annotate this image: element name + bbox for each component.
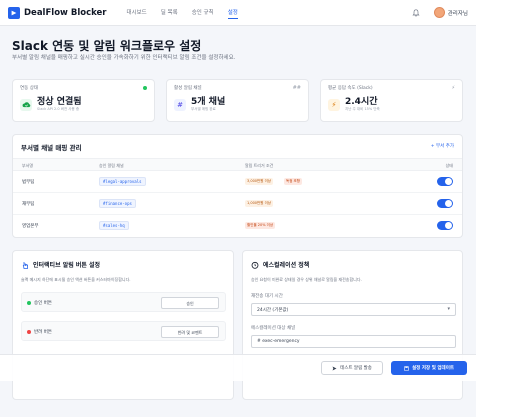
column-header: 승인 알림 채널 bbox=[99, 163, 124, 168]
condition-chip: 독점 조항 bbox=[284, 178, 302, 185]
button-text: 테스트 알림 발송 bbox=[340, 366, 372, 371]
stat-card-connection: 연동 상태 정상 연결됨 Slack API 2.0 버전 사용 중 bbox=[12, 79, 155, 122]
approve-dot-icon bbox=[27, 301, 31, 305]
condition-chip: 할인율 20% 이상 bbox=[245, 222, 276, 229]
nav-links: 대시보드 딜 목록 승인 규칙 설정 bbox=[127, 6, 238, 19]
card-title: 에스컬레이션 정책 bbox=[251, 260, 309, 269]
app: DealFlow Blocker 대시보드 딜 목록 승인 규칙 설정 관리자님… bbox=[0, 0, 476, 417]
top-nav: DealFlow Blocker 대시보드 딜 목록 승인 규칙 설정 관리자님 bbox=[0, 0, 476, 26]
user-menu[interactable]: 관리자님 bbox=[433, 7, 468, 18]
reject-button-row: 반려 버튼 반려 및 코멘트 bbox=[21, 321, 226, 341]
table-row: 영업본부 #sales-hq 할인율 20% 이상 bbox=[13, 215, 462, 237]
user-name: 관리자님 bbox=[447, 10, 468, 17]
stat-sub: 지난 주 대비 15% 단축 bbox=[345, 107, 380, 111]
dept-name: 영업본부 bbox=[22, 224, 39, 229]
table-row: 법무팀 #legal-approvals 3,000만원 이상 독점 조항 bbox=[13, 171, 462, 193]
stat-card-channels: 활성 알림 채널 ## # 5개 채널 부서별 매핑 완료 bbox=[166, 79, 309, 122]
button-label: 승인 버튼 bbox=[34, 301, 52, 306]
nav-link-deals[interactable]: 딜 목록 bbox=[161, 6, 178, 19]
channel-mapping-card: 부서별 채널 매핑 관리 + 부서 추가 부서명 승인 알림 채널 알림 트리거… bbox=[12, 134, 463, 238]
select-value: 24시간 (기본값) bbox=[257, 308, 289, 313]
bell-icon[interactable] bbox=[412, 8, 420, 17]
page-title: Slack 연동 및 알림 워크플로우 설정 bbox=[12, 39, 202, 53]
send-icon bbox=[332, 366, 337, 370]
channel-tag: #sales-hq bbox=[99, 221, 129, 230]
stat-card-response: 평균 응답 속도 (Slack) ⚡ ⚡ 2.4시간 지난 주 대비 15% 단… bbox=[320, 79, 463, 122]
brand-logo-icon bbox=[8, 6, 20, 19]
approve-label-input[interactable]: 승인 bbox=[161, 297, 219, 309]
stat-label: 평균 응답 속도 (Slack) bbox=[328, 86, 373, 91]
card-title: 인터랙티브 알림 버튼 설정 bbox=[21, 260, 100, 269]
stat-value: 5개 채널 bbox=[191, 97, 226, 107]
dept-name: 재무팀 bbox=[22, 202, 35, 207]
avatar bbox=[433, 7, 445, 18]
add-department-button[interactable]: + 부서 추가 bbox=[431, 143, 454, 149]
escalation-channel-label: 에스컬레이션 대상 채널 bbox=[251, 326, 296, 331]
column-header: 알림 트리거 조건 bbox=[245, 163, 274, 168]
approve-button-row: 승인 버튼 승인 bbox=[21, 292, 226, 312]
stat-sub: Slack API 2.0 버전 사용 중 bbox=[37, 107, 80, 111]
bolt-icon: ⚡ bbox=[328, 98, 340, 111]
chevron-down-icon: ▾ bbox=[447, 306, 450, 312]
button-label: 반려 버튼 bbox=[34, 330, 52, 335]
nav-right: 관리자님 bbox=[412, 7, 468, 18]
enable-toggle[interactable] bbox=[437, 221, 453, 230]
card-desc: 슬랙 메시지 하단에 표시될 승인 액션 버튼을 커스터마이징합니다. bbox=[21, 277, 131, 282]
column-header: 부서명 bbox=[22, 163, 34, 168]
stat-label: 연동 상태 bbox=[20, 86, 38, 91]
stat-label: 활성 알림 채널 bbox=[174, 86, 202, 91]
hand-pointer-icon bbox=[21, 261, 29, 269]
brand-name: DealFlow Blocker bbox=[24, 7, 107, 18]
stat-value: 2.4시간 bbox=[345, 97, 378, 107]
page-subtitle: 부서별 알림 채널을 매핑하고 실시간 승인을 가속화하기 위한 인터랙티브 알… bbox=[12, 55, 236, 61]
dept-name: 법무팀 bbox=[22, 180, 35, 185]
alarm-icon bbox=[251, 261, 259, 269]
channel-tag: #finance-ops bbox=[99, 199, 136, 208]
card-desc: 승인 요청이 미완료 상태일 경우 상위 채널로 알림을 재전송합니다. bbox=[251, 277, 362, 282]
test-notification-button[interactable]: 테스트 알림 발송 bbox=[321, 361, 383, 375]
wait-time-select[interactable]: 24시간 (기본값) ▾ bbox=[251, 303, 456, 316]
stat-sub: 부서별 매핑 완료 bbox=[191, 107, 216, 111]
enable-toggle[interactable] bbox=[437, 177, 453, 186]
nav-link-settings[interactable]: 설정 bbox=[227, 6, 238, 19]
brand[interactable]: DealFlow Blocker bbox=[8, 6, 107, 19]
condition-chip: 3,000만원 이상 bbox=[245, 178, 274, 185]
escalation-channel-input[interactable]: # exec-emergency bbox=[251, 335, 456, 348]
right-gutter bbox=[476, 0, 512, 417]
column-header: 상태 bbox=[445, 163, 453, 168]
card-title-text: 인터랙티브 알림 버튼 설정 bbox=[33, 262, 100, 269]
status-dot-icon bbox=[143, 86, 147, 90]
save-settings-button[interactable]: 설정 저장 및 업데이트 bbox=[391, 361, 467, 375]
condition-chip: 1,000만원 이상 bbox=[245, 200, 274, 207]
save-icon bbox=[404, 365, 409, 371]
hash-icon: # bbox=[174, 98, 186, 111]
input-value: # exec-emergency bbox=[257, 339, 300, 344]
wait-time-label: 재전송 대기 시간 bbox=[251, 294, 283, 299]
enable-toggle[interactable] bbox=[437, 199, 453, 208]
nav-link-rules[interactable]: 승인 규칙 bbox=[192, 6, 214, 19]
hash-corner-icon: ## bbox=[292, 85, 301, 91]
button-text: 설정 저장 및 업데이트 bbox=[412, 366, 454, 371]
reject-dot-icon bbox=[27, 330, 31, 334]
action-bar: 테스트 알림 발송 설정 저장 및 업데이트 bbox=[0, 354, 476, 381]
reject-label-input[interactable]: 반려 및 코멘트 bbox=[161, 326, 219, 338]
channel-tag: #legal-approvals bbox=[99, 177, 146, 186]
mapping-title: 부서별 채널 매핑 관리 bbox=[21, 144, 82, 152]
table-row: 재무팀 #finance-ops 1,000만원 이상 bbox=[13, 193, 462, 215]
table-header: 부서명 승인 알림 채널 알림 트리거 조건 상태 bbox=[13, 158, 462, 171]
stat-value: 정상 연결됨 bbox=[37, 97, 82, 107]
nav-link-dashboard[interactable]: 대시보드 bbox=[127, 6, 147, 19]
card-title-text: 에스컬레이션 정책 bbox=[263, 262, 310, 269]
cloud-check-icon bbox=[20, 98, 32, 111]
bolt-corner-icon: ⚡ bbox=[451, 85, 455, 91]
